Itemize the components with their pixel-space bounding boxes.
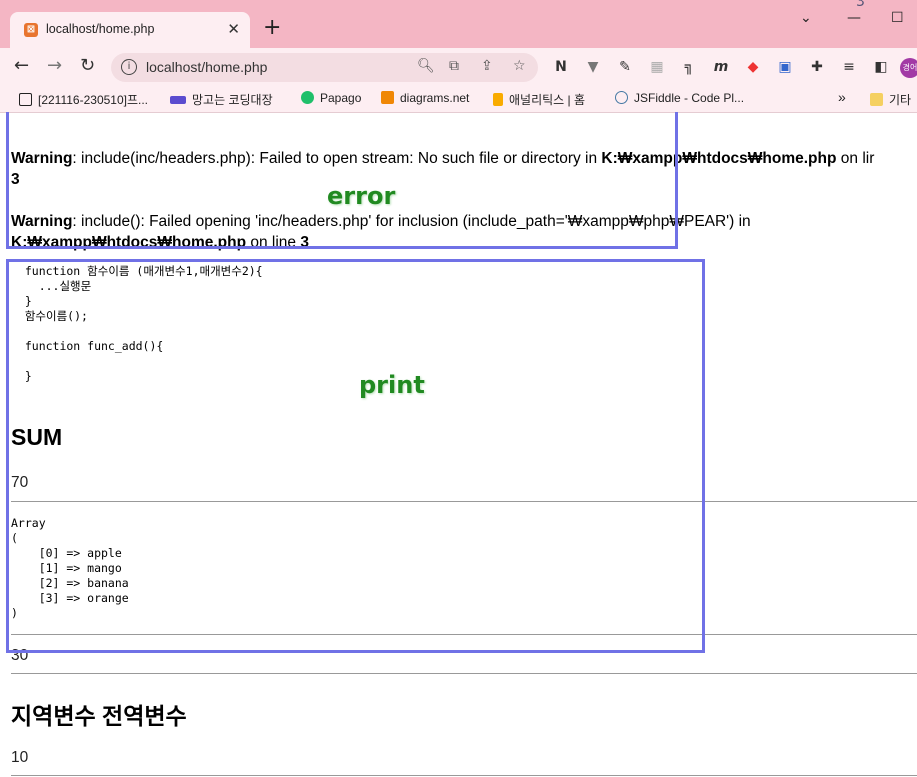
- bookmark-label: 망고는 코딩대장: [192, 93, 273, 107]
- divider: [11, 673, 917, 674]
- analytics-icon: [493, 93, 503, 106]
- bookmarks-overflow-button[interactable]: »: [838, 89, 846, 105]
- value-10: 10: [11, 749, 29, 766]
- print-annotation-label: print: [359, 371, 425, 399]
- profile-avatar[interactable]: 경어: [900, 58, 917, 78]
- jsfiddle-icon: [615, 91, 628, 104]
- bookmark-label: 애널리틱스 | 홈: [509, 93, 586, 107]
- bookmark-label: Papago: [320, 91, 362, 105]
- tab-title: localhost/home.php: [46, 22, 155, 36]
- reading-list-icon[interactable]: ≡: [840, 58, 858, 76]
- papago-icon: [301, 91, 314, 104]
- warning-tail: on lir: [836, 150, 875, 167]
- print-annotation-box: [6, 259, 705, 653]
- error-annotation-box: [6, 112, 678, 249]
- diagrams-icon: [381, 91, 394, 104]
- color-picker-extension-icon[interactable]: ✎: [616, 58, 634, 76]
- notion-extension-icon[interactable]: N: [552, 58, 570, 76]
- bookmark-folder-other[interactable]: 기타: [870, 91, 911, 108]
- maximize-icon[interactable]: ☐: [891, 10, 904, 26]
- folder-icon: [870, 93, 883, 106]
- bookmarks-bar: [221116-230510]프... 망고는 코딩대장 Papago diag…: [0, 86, 917, 113]
- m-extension-icon[interactable]: m: [712, 58, 730, 76]
- bookmark-label: JSFiddle - Code Pl...: [634, 91, 745, 105]
- vue-extension-icon[interactable]: ▼: [584, 58, 602, 76]
- bookmark-star-icon[interactable]: ☆: [513, 58, 526, 74]
- bookmark-label: [221116-230510]프...: [38, 93, 149, 107]
- browser-toolbar: ← → ↻ i localhost/home.php 🔍︎ ⧉ ⇪ ☆ N ▼ …: [0, 48, 917, 86]
- minimize-icon[interactable]: —: [847, 10, 861, 26]
- side-panel-icon[interactable]: ◧: [872, 58, 890, 76]
- page-content: Warning: include(inc/headers.php): Faile…: [0, 112, 917, 777]
- error-annotation-label: error: [327, 182, 396, 210]
- notion-icon: [19, 93, 32, 106]
- reload-icon[interactable]: ↻: [80, 55, 95, 76]
- share-icon[interactable]: ⇪: [481, 58, 493, 74]
- back-arrow-icon[interactable]: ←: [14, 55, 29, 76]
- screen-extension-icon[interactable]: ▣: [776, 58, 794, 76]
- jtd-icon: [170, 96, 186, 104]
- xampp-favicon-icon: ⊠: [24, 23, 38, 37]
- pipe-extension-icon[interactable]: ╗: [680, 58, 698, 76]
- divider: [11, 775, 917, 776]
- bookmark-label: diagrams.net: [400, 91, 470, 105]
- corner-digit: 3: [856, 0, 865, 10]
- new-tab-icon[interactable]: +: [263, 17, 281, 39]
- bookmark-item[interactable]: 망고는 코딩대장: [170, 91, 273, 108]
- tab-search-icon[interactable]: ⌄: [800, 10, 812, 26]
- bookmark-item[interactable]: JSFiddle - Code Pl...: [615, 91, 744, 105]
- variables-heading: 지역변수 전역변수: [11, 703, 187, 729]
- colorful-extension-icon[interactable]: ◆: [744, 58, 762, 76]
- forward-arrow-icon[interactable]: →: [47, 55, 62, 76]
- bookmark-item[interactable]: Papago: [301, 91, 361, 105]
- site-info-icon[interactable]: i: [121, 59, 137, 75]
- close-tab-icon[interactable]: ✕: [227, 20, 240, 38]
- url-text[interactable]: localhost/home.php: [146, 59, 267, 75]
- extensions-puzzle-icon[interactable]: ✚: [808, 58, 826, 76]
- browser-tab[interactable]: ⊠ localhost/home.php ✕: [10, 12, 250, 48]
- address-bar[interactable]: i localhost/home.php 🔍︎ ⧉ ⇪ ☆: [111, 53, 538, 82]
- bookmark-item[interactable]: 애널리틱스 | 홈: [493, 91, 585, 108]
- bookmark-item[interactable]: diagrams.net: [381, 91, 469, 105]
- bookmark-label: 기타: [889, 93, 912, 107]
- title-bar: ⊠ localhost/home.php ✕ + ⌄ — ☐: [0, 0, 917, 48]
- search-icon[interactable]: 🔍︎: [417, 58, 435, 74]
- translate-icon[interactable]: ⧉: [449, 58, 459, 74]
- grid-extension-icon[interactable]: ▦: [648, 58, 666, 76]
- bookmark-item[interactable]: [221116-230510]프...: [19, 91, 148, 108]
